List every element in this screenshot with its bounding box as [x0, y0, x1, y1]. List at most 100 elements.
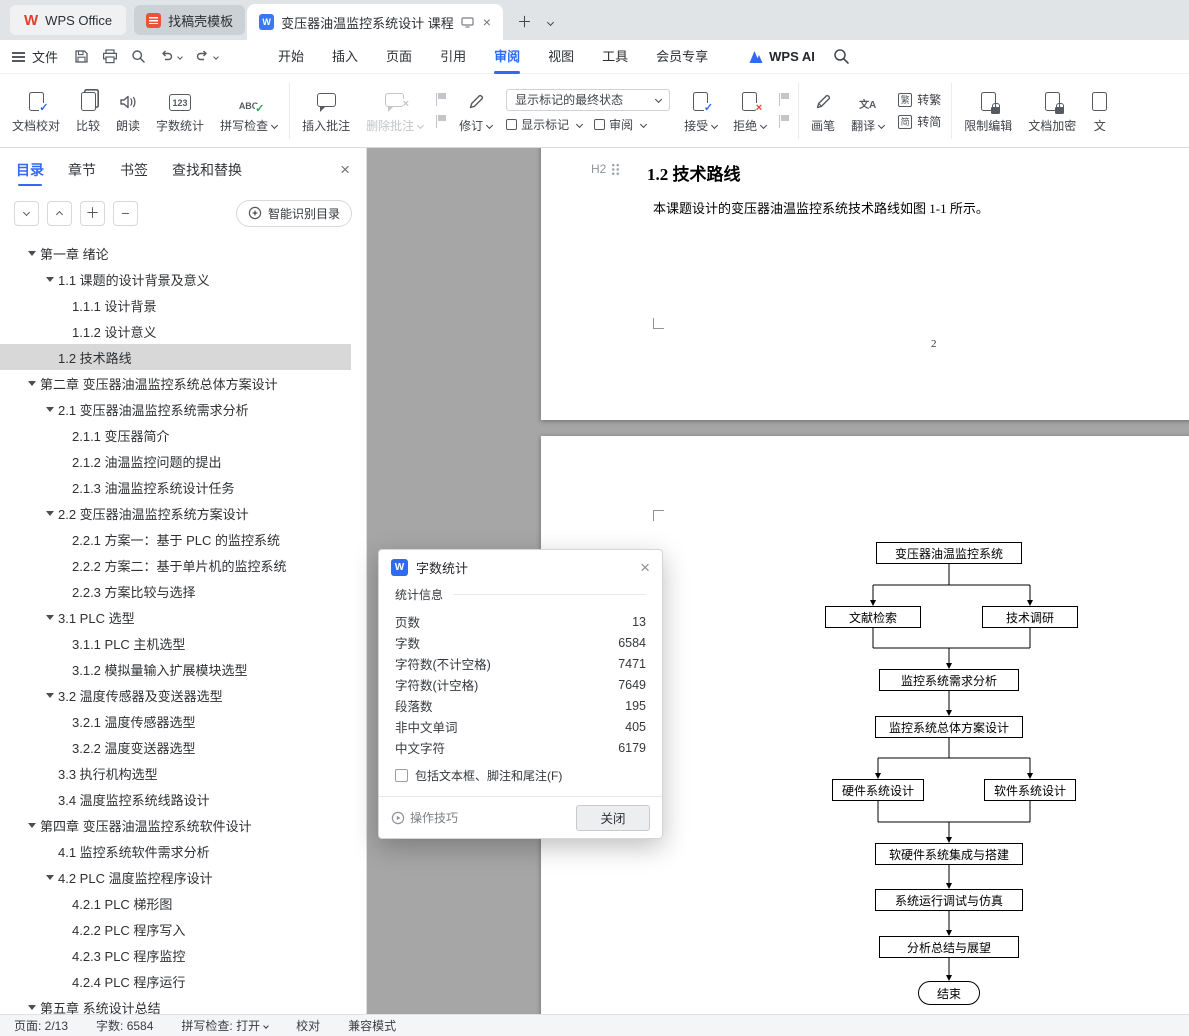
- tips-link[interactable]: 操作技巧: [391, 809, 458, 826]
- toc-item[interactable]: 1.2 技术路线: [0, 344, 351, 370]
- read-aloud-button[interactable]: 朗读: [108, 79, 148, 143]
- toc-item[interactable]: 2.2.2 方案二：基于单片机的监控系统: [0, 552, 351, 578]
- clipped-ribbon-button[interactable]: 文: [1084, 79, 1115, 143]
- toc-item[interactable]: 3.1.2 模拟量输入扩展模块选型: [0, 656, 351, 682]
- close-panel-icon[interactable]: ×: [340, 160, 350, 180]
- to-simplified-button[interactable]: 简转简: [898, 113, 941, 130]
- toc-item[interactable]: 2.2 变压器油温监控系统方案设计: [0, 500, 351, 526]
- status-spellcheck[interactable]: 拼写检查: 打开: [181, 1017, 269, 1034]
- insert-comment-button[interactable]: 插入批注: [294, 79, 358, 143]
- toc-item[interactable]: 2.1.1 变压器简介: [0, 422, 351, 448]
- heading-level-marker[interactable]: H2: [591, 162, 621, 176]
- next-revision-icon[interactable]: [779, 115, 790, 128]
- toc-item[interactable]: 1.1.1 设计背景: [0, 292, 351, 318]
- accept-revision-button[interactable]: ✓ 接受: [676, 79, 725, 143]
- status-proofing[interactable]: 校对: [296, 1017, 320, 1034]
- show-markup-button[interactable]: 显示标记: [506, 116, 584, 133]
- menu-tab[interactable]: 审阅: [480, 40, 534, 74]
- collapse-chevron-icon[interactable]: [44, 511, 56, 516]
- panel-tab[interactable]: 目录: [16, 148, 44, 192]
- tab-current-document[interactable]: W 变压器油温监控系统设计 课程 ×: [247, 4, 503, 40]
- collapse-chevron-icon[interactable]: [44, 875, 56, 880]
- dialog-close-icon[interactable]: ×: [640, 559, 650, 576]
- tab-template-store[interactable]: 找稿壳模板: [134, 5, 246, 35]
- jump-up-button[interactable]: [47, 200, 72, 226]
- menu-tab[interactable]: 视图: [534, 40, 588, 74]
- toc-item[interactable]: 2.1 变压器油温监控系统需求分析: [0, 396, 351, 422]
- tab-list-icon[interactable]: [546, 18, 555, 27]
- markup-state-select[interactable]: 显示标记的最终状态: [506, 88, 671, 111]
- toc-item[interactable]: 第五章 系统设计总结: [0, 994, 351, 1015]
- doc-proofing-button[interactable]: ✓ 文档校对: [4, 79, 68, 143]
- menu-tab[interactable]: 工具: [588, 40, 642, 74]
- toc-item[interactable]: 2.1.3 油温监控系统设计任务: [0, 474, 351, 500]
- previous-revision-icon[interactable]: [779, 93, 790, 106]
- menu-tab[interactable]: 引用: [426, 40, 480, 74]
- toc-item[interactable]: 4.2 PLC 温度监控程序设计: [0, 864, 351, 890]
- save-button[interactable]: [74, 49, 89, 64]
- toc-item[interactable]: 3.4 温度监控系统线路设计: [0, 786, 351, 812]
- collapse-chevron-icon[interactable]: [26, 1005, 38, 1010]
- toc-item[interactable]: 4.2.4 PLC 程序运行: [0, 968, 351, 994]
- toc-item[interactable]: 2.2.3 方案比较与选择: [0, 578, 351, 604]
- toc-item[interactable]: 1.1.2 设计意义: [0, 318, 351, 344]
- compare-button[interactable]: 比较: [68, 79, 108, 143]
- status-compat-mode[interactable]: 兼容模式: [348, 1017, 396, 1034]
- file-menu-button[interactable]: 文件: [12, 47, 58, 66]
- track-changes-button[interactable]: 修订: [451, 79, 500, 143]
- panel-tab[interactable]: 章节: [68, 148, 96, 192]
- checkbox-icon[interactable]: [395, 769, 408, 782]
- toc-item[interactable]: 第二章 变压器油温监控系统总体方案设计: [0, 370, 351, 396]
- next-comment-icon[interactable]: [436, 115, 447, 128]
- reject-revision-button[interactable]: × 拒绝: [725, 79, 774, 143]
- print-preview-button[interactable]: [131, 49, 146, 64]
- status-page-indicator[interactable]: 页面: 2/13: [14, 1017, 68, 1034]
- toc-item[interactable]: 4.2.3 PLC 程序监控: [0, 942, 351, 968]
- expand-all-button[interactable]: ＋: [80, 200, 105, 226]
- toc-item[interactable]: 3.1 PLC 选型: [0, 604, 351, 630]
- smart-toc-button[interactable]: 智能识别目录: [235, 199, 352, 227]
- delete-comment-button[interactable]: × 删除批注: [358, 79, 431, 143]
- word-count-button[interactable]: 123 字数统计: [148, 79, 212, 143]
- dialog-titlebar[interactable]: W 字数统计 ×: [379, 550, 662, 584]
- spell-check-button[interactable]: ABC ✓ 拼写检查: [212, 79, 285, 143]
- toc-item[interactable]: 4.2.1 PLC 梯形图: [0, 890, 351, 916]
- wps-ai-button[interactable]: WPS AI: [748, 49, 815, 64]
- close-button[interactable]: 关闭: [576, 804, 650, 831]
- undo-button[interactable]: [159, 50, 183, 63]
- toc-item[interactable]: 1.1 课题的设计背景及意义: [0, 266, 351, 292]
- encrypt-document-button[interactable]: 文档加密: [1020, 79, 1084, 143]
- toc-item[interactable]: 2.1.2 油温监控问题的提出: [0, 448, 351, 474]
- toc-item[interactable]: 2.2.1 方案一：基于 PLC 的监控系统: [0, 526, 351, 552]
- menu-tab[interactable]: 会员专享: [642, 40, 722, 74]
- redo-button[interactable]: [195, 50, 219, 63]
- toc-item[interactable]: 4.2.2 PLC 程序写入: [0, 916, 351, 942]
- include-textbox-footnote-checkbox[interactable]: 包括文本框、脚注和尾注(F): [395, 767, 646, 784]
- review-pane-button[interactable]: 审阅: [594, 116, 648, 133]
- collapse-all-button[interactable]: −: [113, 200, 138, 226]
- toc-item[interactable]: 3.2.2 温度变送器选型: [0, 734, 351, 760]
- menu-tab[interactable]: 开始: [264, 40, 318, 74]
- toc-item[interactable]: 3.1.1 PLC 主机选型: [0, 630, 351, 656]
- toc-item[interactable]: 4.1 监控系统软件需求分析: [0, 838, 351, 864]
- close-tab-icon[interactable]: ×: [483, 14, 491, 30]
- toc-item[interactable]: 第一章 绪论: [0, 240, 351, 266]
- collapse-chevron-icon[interactable]: [26, 823, 38, 828]
- panel-tab[interactable]: 查找和替换: [172, 148, 242, 192]
- collapse-chevron-icon[interactable]: [44, 407, 56, 412]
- ink-pen-button[interactable]: 画笔: [803, 79, 843, 143]
- previous-comment-icon[interactable]: [436, 93, 447, 106]
- collapse-chevron-icon[interactable]: [44, 277, 56, 282]
- toc-item[interactable]: 3.2.1 温度传感器选型: [0, 708, 351, 734]
- to-traditional-button[interactable]: 繁转繁: [898, 91, 941, 108]
- search-icon[interactable]: [833, 48, 850, 65]
- collapse-chevron-icon[interactable]: [44, 615, 56, 620]
- present-monitor-icon[interactable]: [461, 16, 474, 28]
- collapse-chevron-icon[interactable]: [44, 693, 56, 698]
- collapse-chevron-icon[interactable]: [26, 251, 38, 256]
- jump-down-button[interactable]: [14, 200, 39, 226]
- translate-button[interactable]: 文A 翻译: [843, 79, 892, 143]
- menu-tab[interactable]: 插入: [318, 40, 372, 74]
- menu-tab[interactable]: 页面: [372, 40, 426, 74]
- tab-wps-home[interactable]: W WPS Office: [10, 5, 127, 35]
